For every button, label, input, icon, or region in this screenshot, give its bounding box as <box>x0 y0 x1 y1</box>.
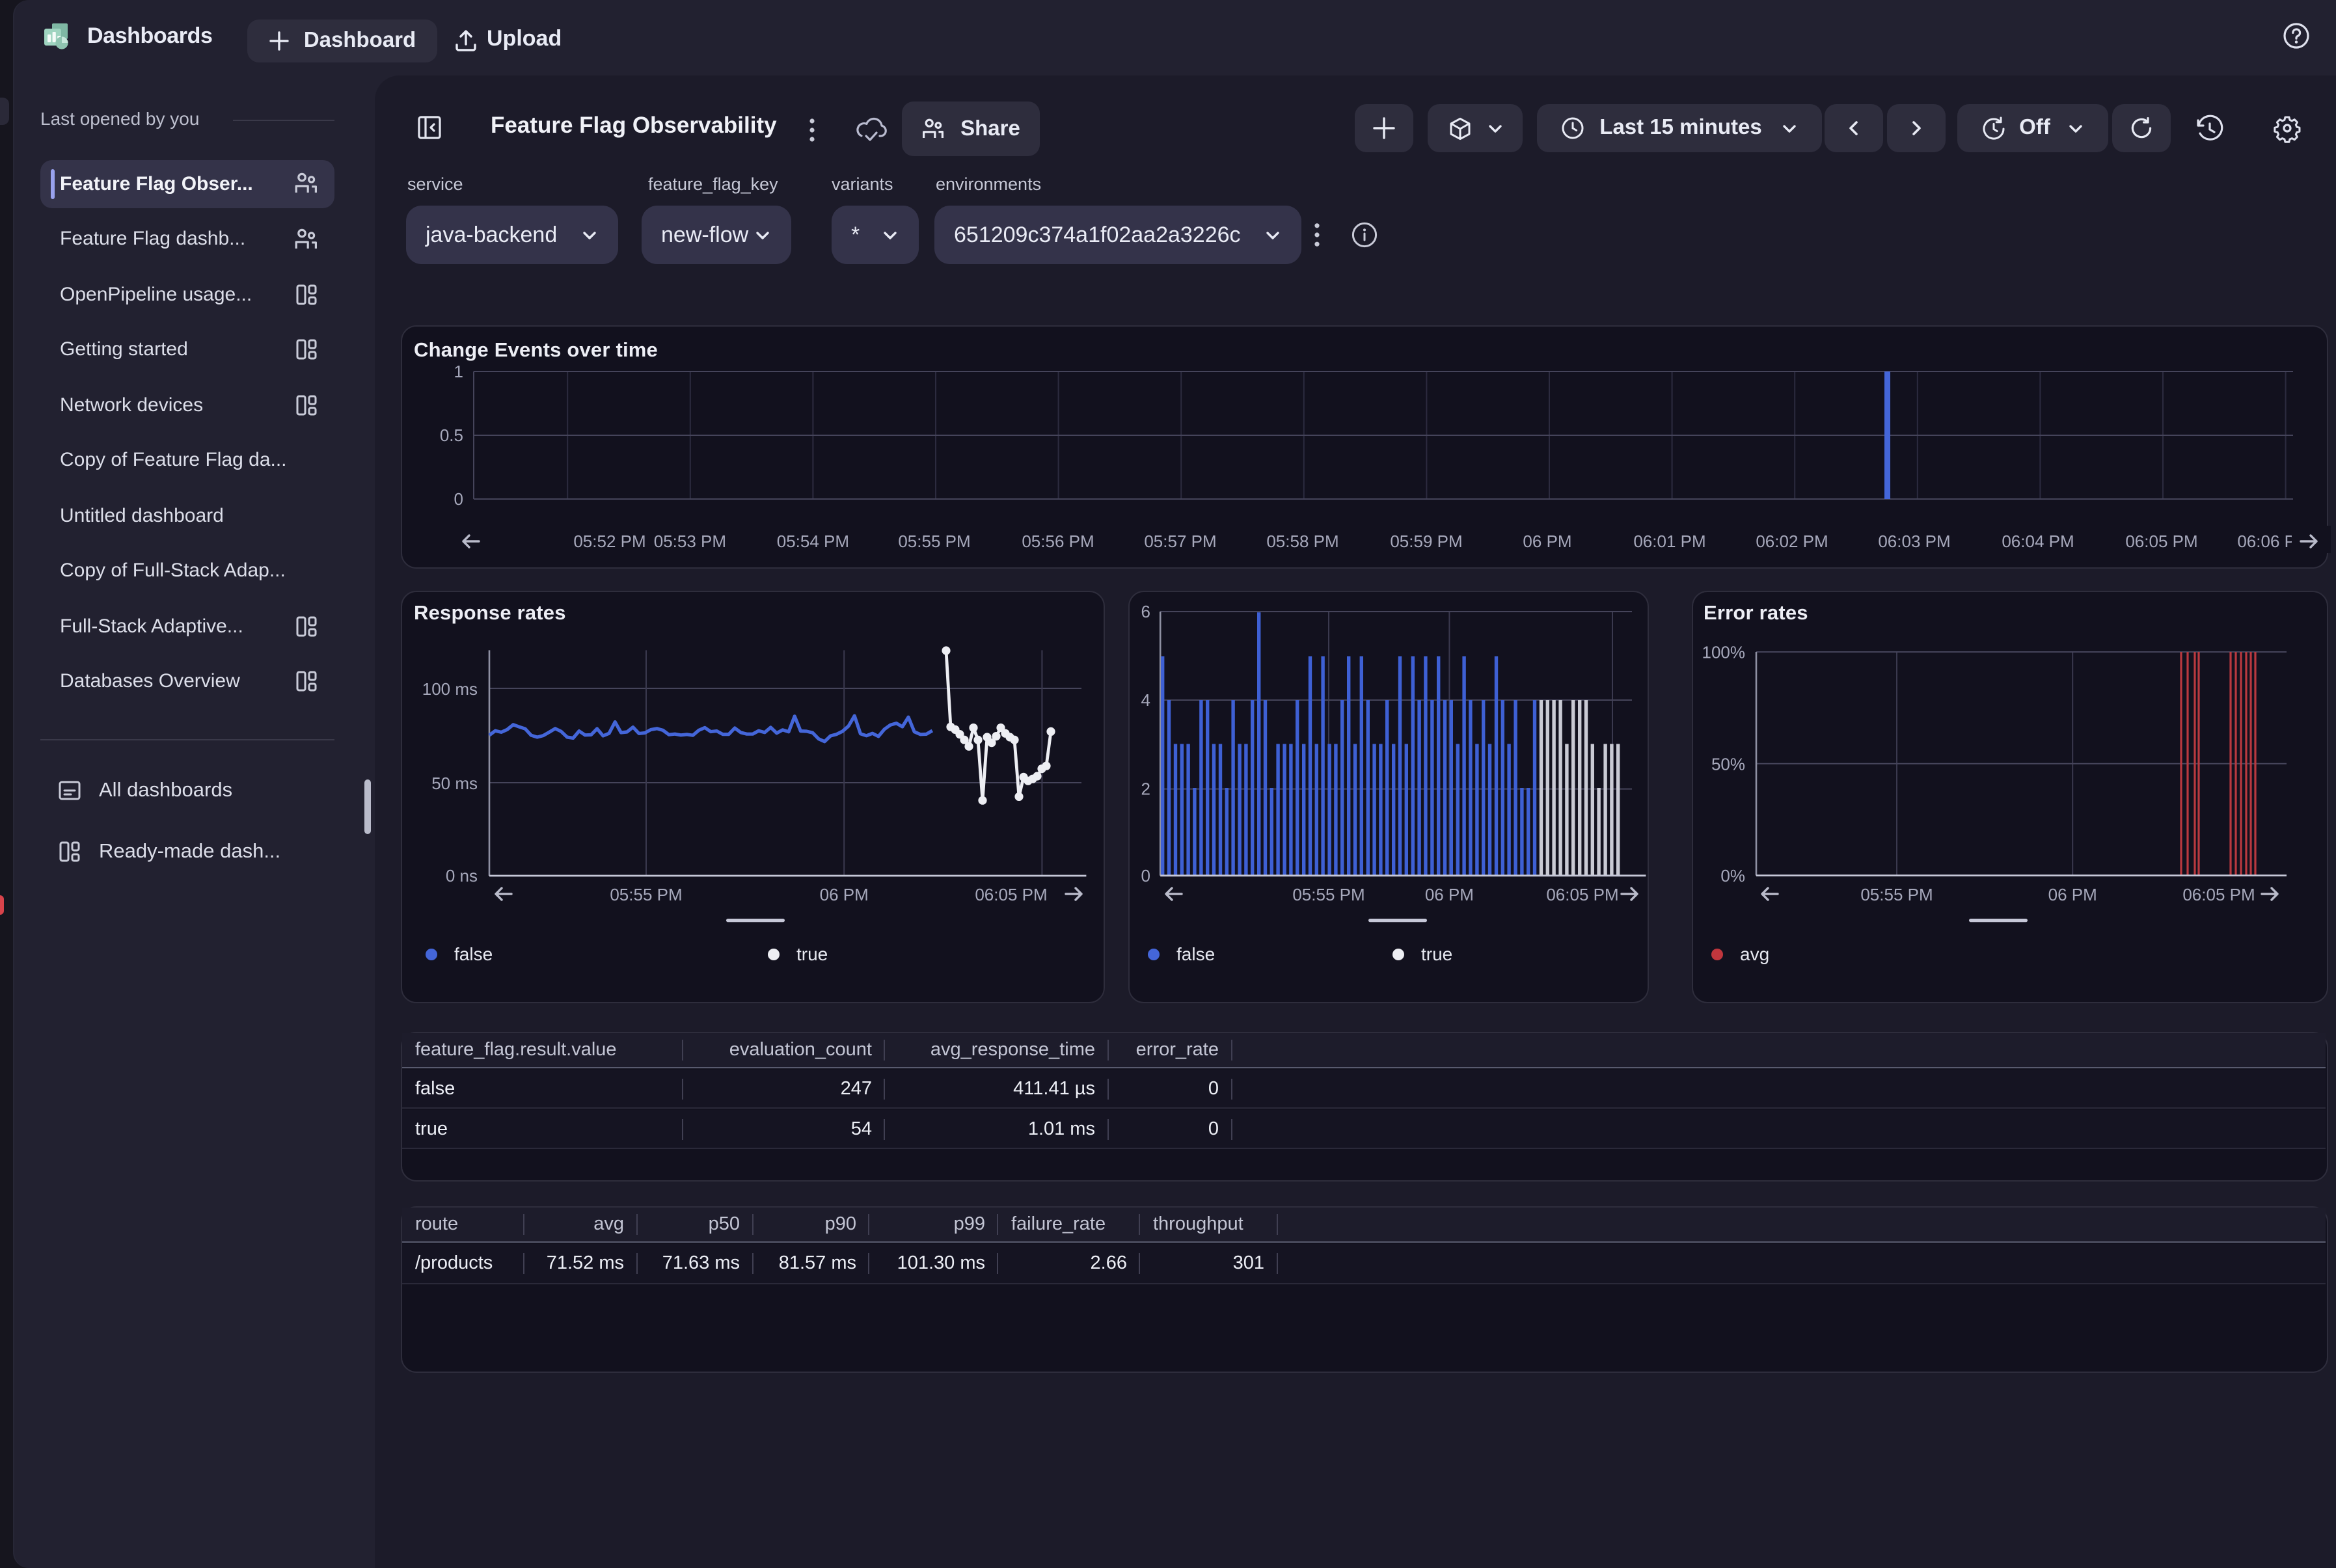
svg-text:06:05 PM: 06:05 PM <box>975 885 1047 904</box>
svg-text:6: 6 <box>1141 602 1150 621</box>
svg-text:50 ms: 50 ms <box>431 774 478 793</box>
svg-text:100 ms: 100 ms <box>422 679 478 699</box>
svg-text:4: 4 <box>1141 690 1150 710</box>
svg-text:06 PM: 06 PM <box>820 885 869 904</box>
svg-text:100%: 100% <box>1702 643 1746 662</box>
svg-text:06:05 PM: 06:05 PM <box>1546 885 1618 904</box>
svg-text:05:55 PM: 05:55 PM <box>1860 885 1933 904</box>
svg-text:0%: 0% <box>1720 866 1745 885</box>
svg-text:06:05 PM: 06:05 PM <box>2182 885 2255 904</box>
svg-text:06 PM: 06 PM <box>1425 885 1474 904</box>
svg-text:0: 0 <box>1141 866 1150 885</box>
svg-text:50%: 50% <box>1711 754 1745 774</box>
svg-text:2: 2 <box>1141 779 1150 799</box>
svg-text:05:55 PM: 05:55 PM <box>1292 885 1365 904</box>
svg-text:06 PM: 06 PM <box>2048 885 2097 904</box>
svg-text:0 ns: 0 ns <box>446 866 478 885</box>
svg-text:05:55 PM: 05:55 PM <box>610 885 682 904</box>
